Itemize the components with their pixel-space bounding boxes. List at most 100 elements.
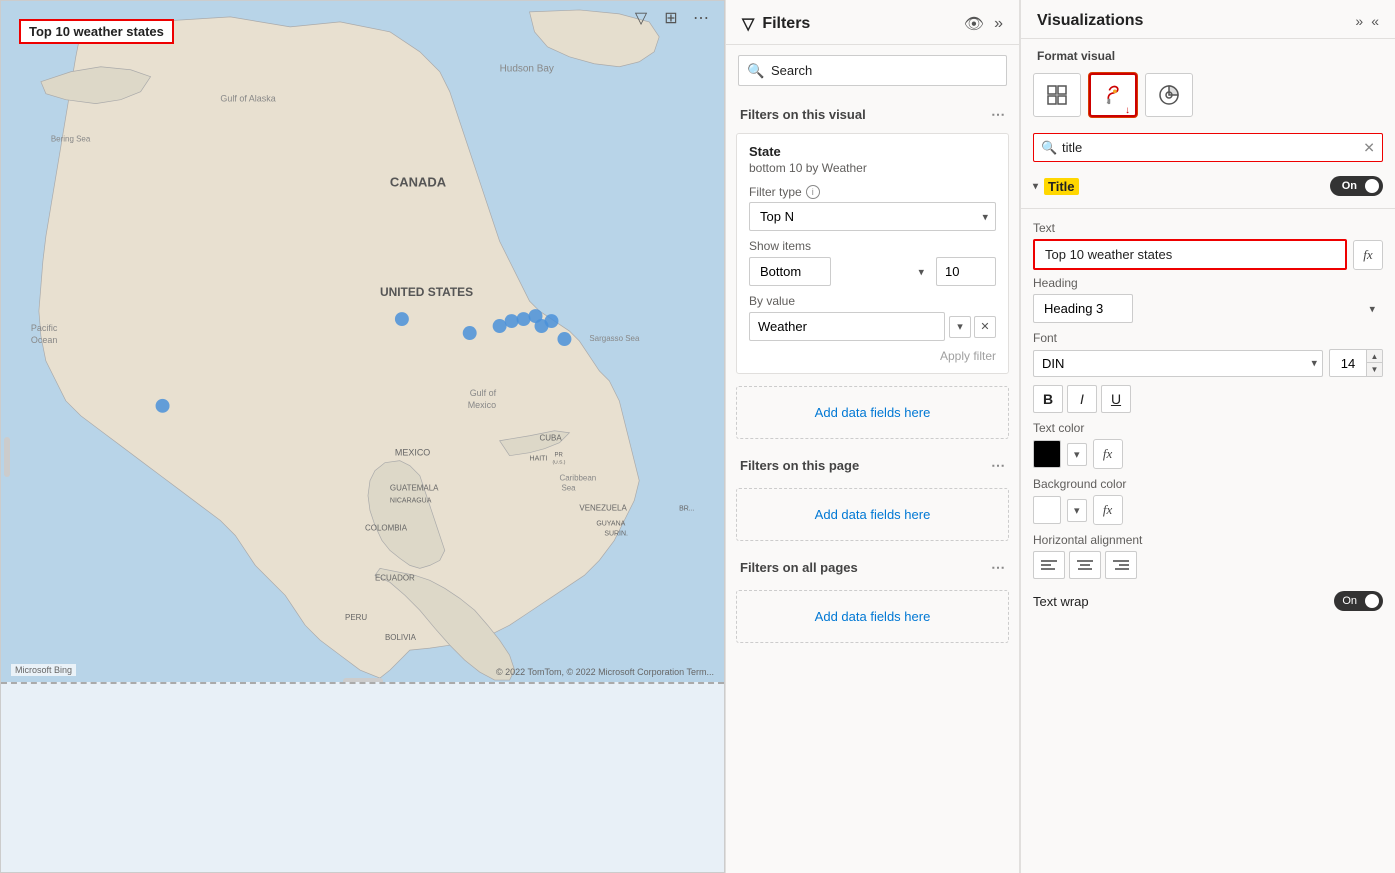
font-select[interactable]: DIN Segoe UI Arial xyxy=(1033,350,1323,377)
viz-search-clear-icon[interactable]: ✕ xyxy=(1363,139,1375,156)
font-size-input[interactable] xyxy=(1330,351,1366,376)
bing-logo: Microsoft Bing xyxy=(11,664,76,676)
viz-search-input[interactable] xyxy=(1033,133,1383,162)
paint-brush-icon-btn[interactable]: ↓ xyxy=(1089,73,1137,117)
info-icon: i xyxy=(806,185,820,199)
fx-button-text[interactable]: fx xyxy=(1353,240,1383,270)
svg-text:Sea: Sea xyxy=(561,484,576,493)
add-data-fields-all[interactable]: Add data fields here xyxy=(736,590,1009,643)
fx-button-bg-color[interactable]: fx xyxy=(1093,495,1123,525)
focus-mode-icon[interactable]: ⊞ xyxy=(660,7,682,29)
map-lower-area xyxy=(1,682,724,872)
italic-button[interactable]: I xyxy=(1067,385,1097,413)
map-canvas: Top 10 weather states ▽ ⊞ ⋯ Gulf of Alas… xyxy=(0,0,725,873)
svg-text:Mexico: Mexico xyxy=(468,400,496,410)
more-options-icon[interactable]: ⋯ xyxy=(690,7,712,29)
filter-type-select-wrapper: Top N Basic filtering Advanced filtering… xyxy=(749,202,996,231)
by-value-clear[interactable]: ✕ xyxy=(974,316,996,338)
map-copyright: © 2022 TomTom, © 2022 Microsoft Corporat… xyxy=(496,667,714,677)
section-more-icon[interactable]: ⋯ xyxy=(991,106,1005,123)
svg-text:UNITED STATES: UNITED STATES xyxy=(380,285,473,299)
text-color-swatch[interactable] xyxy=(1033,440,1061,468)
show-items-label: Show items xyxy=(749,239,996,253)
map-toolbar: ▽ ⊞ ⋯ xyxy=(630,7,712,29)
viz-search-box: 🔍 ✕ xyxy=(1033,133,1383,162)
filters-search-input[interactable] xyxy=(738,55,1007,86)
viz-expand-icon[interactable]: » xyxy=(1355,13,1363,29)
svg-text:Sargasso Sea: Sargasso Sea xyxy=(589,334,640,343)
format-buttons: B I U xyxy=(1033,385,1383,413)
eye-icon[interactable]: 👁 xyxy=(964,14,984,34)
viz-search-icon: 🔍 xyxy=(1041,140,1057,156)
text-color-label: Text color xyxy=(1033,421,1383,435)
heading-select[interactable]: Heading 3 Heading 1 Heading 2 Heading 4 xyxy=(1033,294,1133,323)
by-value-input[interactable] xyxy=(749,312,945,341)
svg-text:GUYANA: GUYANA xyxy=(596,520,625,527)
by-value-row: ▾ ✕ xyxy=(749,312,996,341)
svg-text:CUBA: CUBA xyxy=(540,434,563,443)
add-data-fields-visual[interactable]: Add data fields here xyxy=(736,386,1009,439)
heading-select-row: Heading 3 Heading 1 Heading 2 Heading 4 … xyxy=(1033,294,1383,323)
bold-button[interactable]: B xyxy=(1033,385,1063,413)
viz-icon-row: ↓ xyxy=(1021,69,1395,127)
viz-text-field: fx xyxy=(1033,239,1383,270)
show-direction-select[interactable]: Bottom Top xyxy=(749,257,831,286)
filters-on-visual-header: Filters on this visual ⋯ xyxy=(726,96,1019,129)
svg-text:Bering Sea: Bering Sea xyxy=(51,135,91,144)
map-left-resize[interactable] xyxy=(4,437,10,477)
svg-text:Gulf of Alaska: Gulf of Alaska xyxy=(220,94,275,104)
svg-text:SURIN.: SURIN. xyxy=(604,530,628,537)
text-color-row: ▾ fx xyxy=(1033,439,1383,469)
table-grid-icon-btn[interactable] xyxy=(1033,73,1081,117)
analytics-icon-btn[interactable] xyxy=(1145,73,1193,117)
expand-icon[interactable]: » xyxy=(994,15,1003,33)
align-center-btn[interactable] xyxy=(1069,551,1101,579)
section-label: ▾ Title xyxy=(1033,178,1079,195)
svg-text:VENEZUELA: VENEZUELA xyxy=(579,504,627,513)
viz-sub-header: Format visual xyxy=(1021,39,1395,69)
toggle-dot xyxy=(1365,179,1379,193)
all-pages-section-more-icon[interactable]: ⋯ xyxy=(991,559,1005,576)
bg-color-chevron[interactable]: ▾ xyxy=(1067,499,1087,522)
svg-text:COLOMBIA: COLOMBIA xyxy=(365,523,408,532)
bg-color-swatch[interactable] xyxy=(1033,496,1061,524)
svg-text:CANADA: CANADA xyxy=(390,174,447,189)
align-left-btn[interactable] xyxy=(1033,551,1065,579)
filters-search-box: 🔍 xyxy=(738,55,1007,86)
viz-collapse-icon[interactable]: « xyxy=(1371,13,1379,29)
svg-text:MEXICO: MEXICO xyxy=(395,448,430,458)
filter-card-state: State bottom 10 by Weather Filter type i… xyxy=(736,133,1009,374)
underline-button[interactable]: U xyxy=(1101,385,1131,413)
apply-filter-btn[interactable]: Apply filter xyxy=(749,341,996,363)
title-toggle[interactable]: On xyxy=(1330,176,1383,196)
svg-text:BOLIVIA: BOLIVIA xyxy=(385,633,417,642)
filter-type-select[interactable]: Top N Basic filtering Advanced filtering xyxy=(749,202,996,231)
add-data-fields-page[interactable]: Add data fields here xyxy=(736,488,1009,541)
text-wrap-toggle-dot xyxy=(1365,594,1379,608)
title-text-input[interactable] xyxy=(1033,239,1347,270)
filter-type-label: Filter type i xyxy=(749,185,996,199)
text-wrap-toggle[interactable]: On xyxy=(1334,591,1383,611)
svg-text:ECUADOR: ECUADOR xyxy=(375,573,415,582)
heading-field-label: Heading xyxy=(1033,276,1383,290)
show-count-input[interactable] xyxy=(936,257,996,286)
fx-button-text-color[interactable]: fx xyxy=(1093,439,1123,469)
text-color-chevron[interactable]: ▾ xyxy=(1067,443,1087,466)
viz-title-section-header[interactable]: ▾ Title On xyxy=(1033,172,1383,200)
by-value-chevron[interactable]: ▾ xyxy=(949,316,971,338)
filter-icon[interactable]: ▽ xyxy=(630,7,652,29)
svg-text:PERU: PERU xyxy=(345,613,367,622)
align-right-btn[interactable] xyxy=(1105,551,1137,579)
heading-select-arrow: ▾ xyxy=(1369,302,1375,315)
map-svg: Gulf of Alaska Bering Sea Hudson Bay CAN… xyxy=(1,1,724,681)
visualizations-panel: Visualizations » « Format visual ↓ xyxy=(1020,0,1395,873)
text-wrap-row: Text wrap On xyxy=(1033,587,1383,615)
filters-title: ▽ Filters xyxy=(742,14,810,34)
viz-title-section: ▾ Title On xyxy=(1033,172,1383,200)
font-size-up[interactable]: ▲ xyxy=(1366,350,1382,363)
bg-color-label: Background color xyxy=(1033,477,1383,491)
filters-on-page-header: Filters on this page ⋯ xyxy=(726,447,1019,480)
page-section-more-icon[interactable]: ⋯ xyxy=(991,457,1005,474)
font-size-down[interactable]: ▼ xyxy=(1366,363,1382,376)
svg-text:Pacific: Pacific xyxy=(31,323,58,333)
